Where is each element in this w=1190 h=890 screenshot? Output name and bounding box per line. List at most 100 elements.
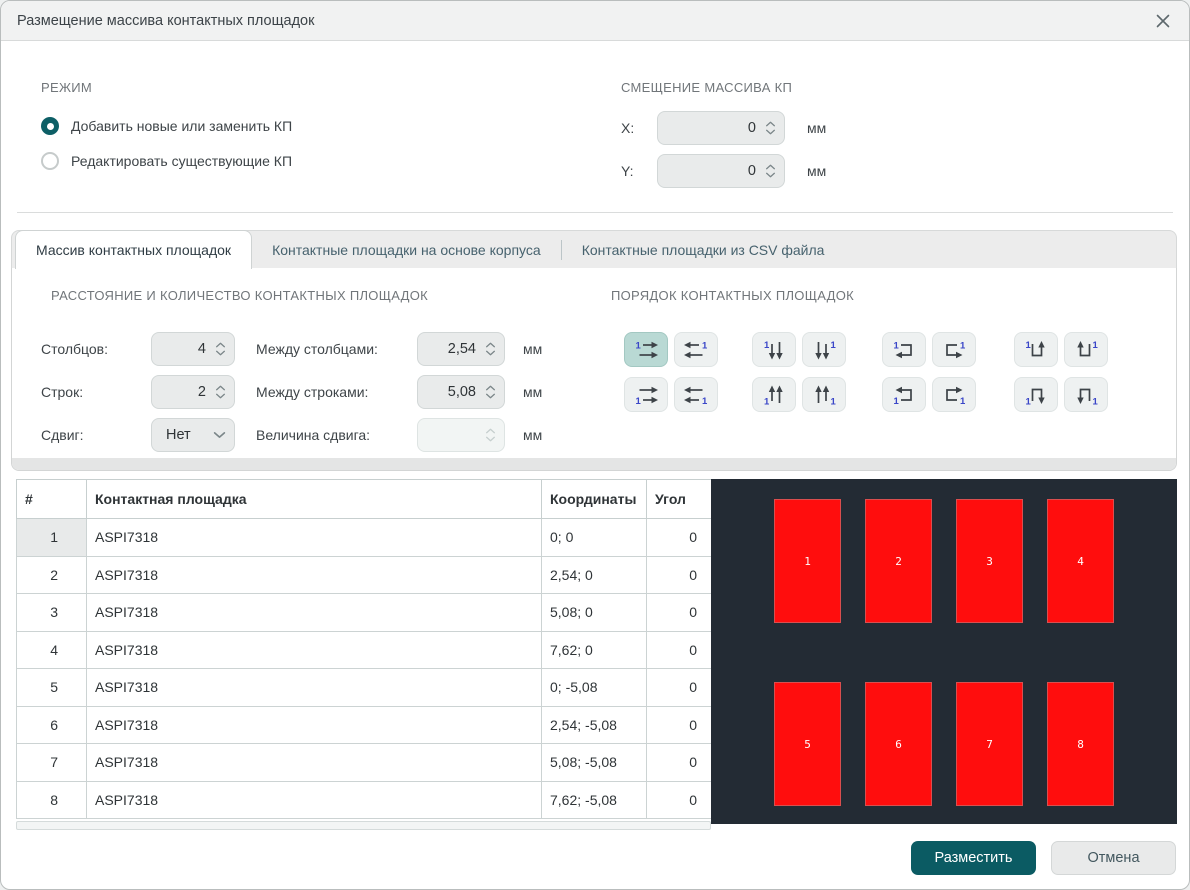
table-horizontal-scrollbar[interactable] bbox=[16, 821, 711, 830]
spin-up-icon[interactable] bbox=[765, 121, 776, 127]
order-snake-rows-from-top-left-button[interactable]: 1 bbox=[882, 332, 926, 367]
spin-down-icon[interactable] bbox=[215, 350, 226, 356]
spinner-buttons[interactable] bbox=[215, 385, 226, 399]
order-rows-left-from-top-right-button[interactable]: 1 bbox=[674, 332, 718, 367]
spinner-buttons[interactable] bbox=[485, 385, 496, 399]
order-cols-up-from-bottom-right-button[interactable]: 1 bbox=[802, 377, 846, 412]
distance-spinner[interactable]: 2,54 bbox=[417, 332, 505, 366]
mode-option[interactable]: Добавить новые или заменить КП bbox=[41, 115, 292, 137]
order-snake-rows-from-top-left-icon: 1 bbox=[891, 339, 917, 361]
mode-option-label: Редактировать существующие КП bbox=[71, 153, 292, 169]
row-number-cell: 3 bbox=[17, 594, 87, 632]
table-row[interactable]: 2ASPI73182,54; 00 bbox=[17, 556, 712, 594]
spin-up-icon[interactable] bbox=[765, 164, 776, 170]
spacing-label: Между строками: bbox=[256, 384, 417, 400]
count-spinner[interactable]: 2 bbox=[151, 375, 235, 409]
mode-option[interactable]: Редактировать существующие КП bbox=[41, 150, 292, 172]
tab-pad-array[interactable]: Массив контактных площадок bbox=[15, 230, 252, 269]
spin-down-icon[interactable] bbox=[765, 172, 776, 178]
pad-order-group: 1111 bbox=[882, 332, 976, 412]
spin-up-icon[interactable] bbox=[485, 385, 496, 391]
close-icon[interactable] bbox=[1151, 9, 1175, 33]
svg-text:1: 1 bbox=[636, 340, 642, 351]
mode-radio-selected[interactable] bbox=[41, 117, 59, 135]
angle-cell: 0 bbox=[647, 744, 712, 782]
spinner-buttons[interactable] bbox=[215, 342, 226, 356]
table-row[interactable]: 5ASPI73180; -5,080 bbox=[17, 669, 712, 707]
cancel-button[interactable]: Отмена bbox=[1051, 841, 1176, 875]
order-cols-down-from-top-right-button[interactable]: 1 bbox=[802, 332, 846, 367]
unit-label: мм bbox=[523, 341, 542, 357]
spin-down-icon[interactable] bbox=[485, 393, 496, 399]
order-cols-down-from-top-left-button[interactable]: 1 bbox=[752, 332, 796, 367]
spin-down-icon[interactable] bbox=[215, 393, 226, 399]
order-snake-cols-from-top-left-button[interactable]: 1 bbox=[1014, 332, 1058, 367]
preview-pad: 3 bbox=[956, 499, 1023, 623]
table-row[interactable]: 4ASPI73187,62; 00 bbox=[17, 631, 712, 669]
pad-table-header: Координаты bbox=[542, 480, 647, 519]
spinner-buttons[interactable] bbox=[765, 121, 776, 135]
divider bbox=[17, 212, 1173, 213]
spin-up-icon[interactable] bbox=[215, 385, 226, 391]
spin-up-icon bbox=[485, 428, 496, 434]
order-snake-cols-from-top-right-button[interactable]: 1 bbox=[1064, 332, 1108, 367]
order-rows-right-from-bottom-left-icon: 1 bbox=[633, 384, 659, 406]
unit-label: мм bbox=[807, 163, 826, 179]
coordinates-cell: 2,54; -5,08 bbox=[542, 706, 647, 744]
offset-input[interactable]: 0 bbox=[657, 111, 785, 145]
panel-horizontal-scrollbar[interactable] bbox=[12, 458, 1176, 470]
order-rows-left-from-bottom-right-button[interactable]: 1 bbox=[674, 377, 718, 412]
offset-field-label: X: bbox=[621, 120, 657, 136]
place-button[interactable]: Разместить bbox=[911, 841, 1036, 875]
mode-options: Добавить новые или заменить КП Редактиров… bbox=[41, 115, 292, 172]
table-row[interactable]: 6ASPI73182,54; -5,080 bbox=[17, 706, 712, 744]
order-snake-rows-from-bottom-right-button[interactable]: 1 bbox=[932, 377, 976, 412]
pad-table-header: Контактная площадка bbox=[87, 480, 542, 519]
mode-radio[interactable] bbox=[41, 152, 59, 170]
spinner-buttons[interactable] bbox=[765, 164, 776, 178]
tab-pads-from-csv[interactable]: Контактные площадки из CSV файла bbox=[562, 231, 845, 268]
offset-input[interactable]: 0 bbox=[657, 154, 785, 188]
tab-bar: Массив контактных площадокКонтактные пло… bbox=[11, 230, 1177, 268]
order-rows-right-from-bottom-left-button[interactable]: 1 bbox=[624, 377, 668, 412]
spinner-buttons[interactable] bbox=[485, 342, 496, 356]
order-snake-rows-from-top-right-button[interactable]: 1 bbox=[932, 332, 976, 367]
tab-pads-from-package[interactable]: Контактные площадки на основе корпуса bbox=[252, 231, 561, 268]
order-snake-cols-from-bottom-right-button[interactable]: 1 bbox=[1064, 377, 1108, 412]
order-rows-right-from-top-left-button[interactable]: 1 bbox=[624, 332, 668, 367]
preview-pad: 4 bbox=[1047, 499, 1114, 623]
spin-value: Нет bbox=[162, 427, 213, 443]
order-snake-rows-from-bottom-left-button[interactable]: 1 bbox=[882, 377, 926, 412]
spin-value: 0 bbox=[668, 163, 765, 179]
order-rows-left-from-bottom-right-icon: 1 bbox=[683, 384, 709, 406]
order-snake-cols-from-bottom-left-button[interactable]: 1 bbox=[1014, 377, 1058, 412]
count-spinner[interactable]: 4 bbox=[151, 332, 235, 366]
spacing-row: Сдвиг:НетВеличина сдвига:мм bbox=[41, 418, 542, 452]
shift-select[interactable]: Нет bbox=[151, 418, 235, 452]
table-row[interactable]: 3ASPI73185,08; 00 bbox=[17, 594, 712, 632]
spin-up-icon[interactable] bbox=[215, 342, 226, 348]
svg-text:1: 1 bbox=[702, 340, 708, 351]
spin-down-icon[interactable] bbox=[765, 129, 776, 135]
order-snake-cols-from-top-right-icon: 1 bbox=[1073, 339, 1099, 361]
spin-up-icon[interactable] bbox=[485, 342, 496, 348]
preview-pad-number: 7 bbox=[986, 738, 993, 751]
dialog-titlebar: Размещение массива контактных площадок bbox=[1, 1, 1189, 41]
angle-cell: 0 bbox=[647, 631, 712, 669]
preview-pad-number: 1 bbox=[804, 555, 811, 568]
spin-value: 4 bbox=[162, 341, 215, 357]
svg-text:1: 1 bbox=[1026, 340, 1032, 351]
pad-array-preview: 12345678 bbox=[711, 479, 1177, 824]
row-number-cell: 5 bbox=[17, 669, 87, 707]
pad-table: #Контактная площадкаКоординатыУгол 1ASPI… bbox=[16, 479, 712, 819]
order-cols-up-from-bottom-left-button[interactable]: 1 bbox=[752, 377, 796, 412]
table-row[interactable]: 7ASPI73185,08; -5,080 bbox=[17, 744, 712, 782]
coordinates-cell: 7,62; -5,08 bbox=[542, 781, 647, 819]
table-row[interactable]: 8ASPI73187,62; -5,080 bbox=[17, 781, 712, 819]
order-cols-up-from-bottom-right-icon: 1 bbox=[811, 384, 837, 406]
angle-cell: 0 bbox=[647, 669, 712, 707]
spin-down-icon[interactable] bbox=[485, 350, 496, 356]
chevron-down-icon[interactable] bbox=[213, 431, 226, 439]
distance-spinner[interactable]: 5,08 bbox=[417, 375, 505, 409]
table-row[interactable]: 1ASPI73180; 00 bbox=[17, 519, 712, 557]
